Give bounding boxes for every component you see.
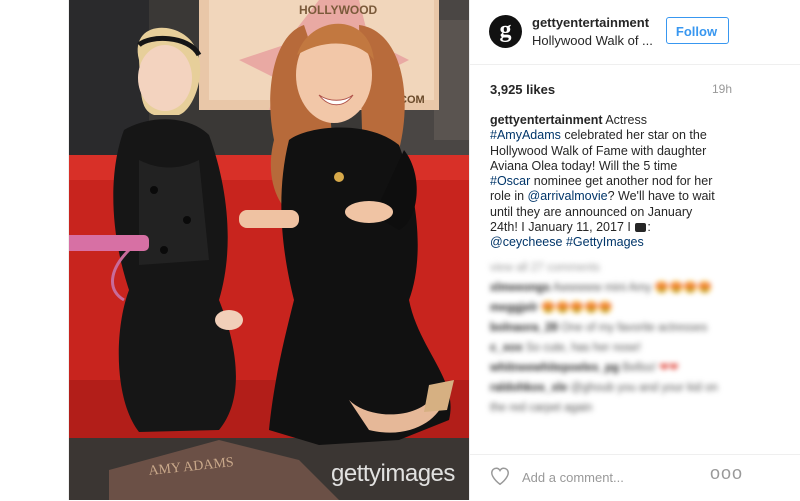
more-options-icon[interactable]: ooo [710, 463, 743, 484]
comments-list: view all 27 comments xlmeeongs Awwwww mi… [490, 258, 725, 418]
post-footer: ooo [470, 454, 800, 501]
comment-item: c_xox So cute, has her nose! [490, 342, 641, 354]
mention-arrivalmovie[interactable]: @arrivalmovie [528, 189, 608, 203]
comment-input[interactable] [520, 464, 714, 490]
post-photo[interactable]: HOLLYWOOD COM AMY ADAMS gettyimages [69, 0, 469, 500]
comment-item: meggjelr 😍😍😍😍😍 [490, 302, 613, 314]
comment-item: bolnaora_28 One of my favorite actresses [490, 322, 708, 334]
caption-text-1: Actress [602, 113, 647, 127]
post-header: g gettyentertainment Hollywood Walk of .… [470, 0, 800, 65]
hashtag-oscar[interactable]: #Oscar [490, 174, 530, 188]
watermark-text: gettyimages [331, 460, 455, 487]
hashtag-gettyimages[interactable]: #GettyImages [566, 235, 644, 249]
caption-author[interactable]: gettyentertainment [490, 113, 603, 127]
post-caption: gettyentertainment Actress #AmyAdams cel… [490, 113, 715, 250]
view-all-comments[interactable]: view all 27 comments [490, 258, 725, 278]
hashtag-amyadams[interactable]: #AmyAdams [490, 128, 561, 142]
mention-ceycheese[interactable]: @ceycheese [490, 235, 562, 249]
avatar[interactable]: g [489, 15, 522, 48]
comment-item: xlmeeongs Awwwww mini Amy 😍😍😍😍 [490, 282, 712, 294]
post-time: 19h [711, 82, 732, 96]
camera-icon [635, 223, 647, 233]
heart-icon[interactable] [489, 465, 511, 487]
comment-item: whitneewhitepoeles_pg Bellss! ❤❤ [490, 362, 679, 374]
location[interactable]: Hollywood Walk of ... [532, 33, 653, 48]
follow-button[interactable]: Follow [666, 17, 729, 44]
post-sidebar: g gettyentertainment Hollywood Walk of .… [469, 0, 800, 500]
instagram-post: HOLLYWOOD COM AMY ADAMS gettyimages g ge… [68, 0, 800, 500]
sign-text: HOLLYWOOD [299, 3, 378, 17]
comment-item: raldohkos_xle @ghoub you and your kid on… [490, 382, 718, 414]
username[interactable]: gettyentertainment [532, 15, 649, 30]
likes-count[interactable]: 3,925 likes [490, 82, 555, 97]
